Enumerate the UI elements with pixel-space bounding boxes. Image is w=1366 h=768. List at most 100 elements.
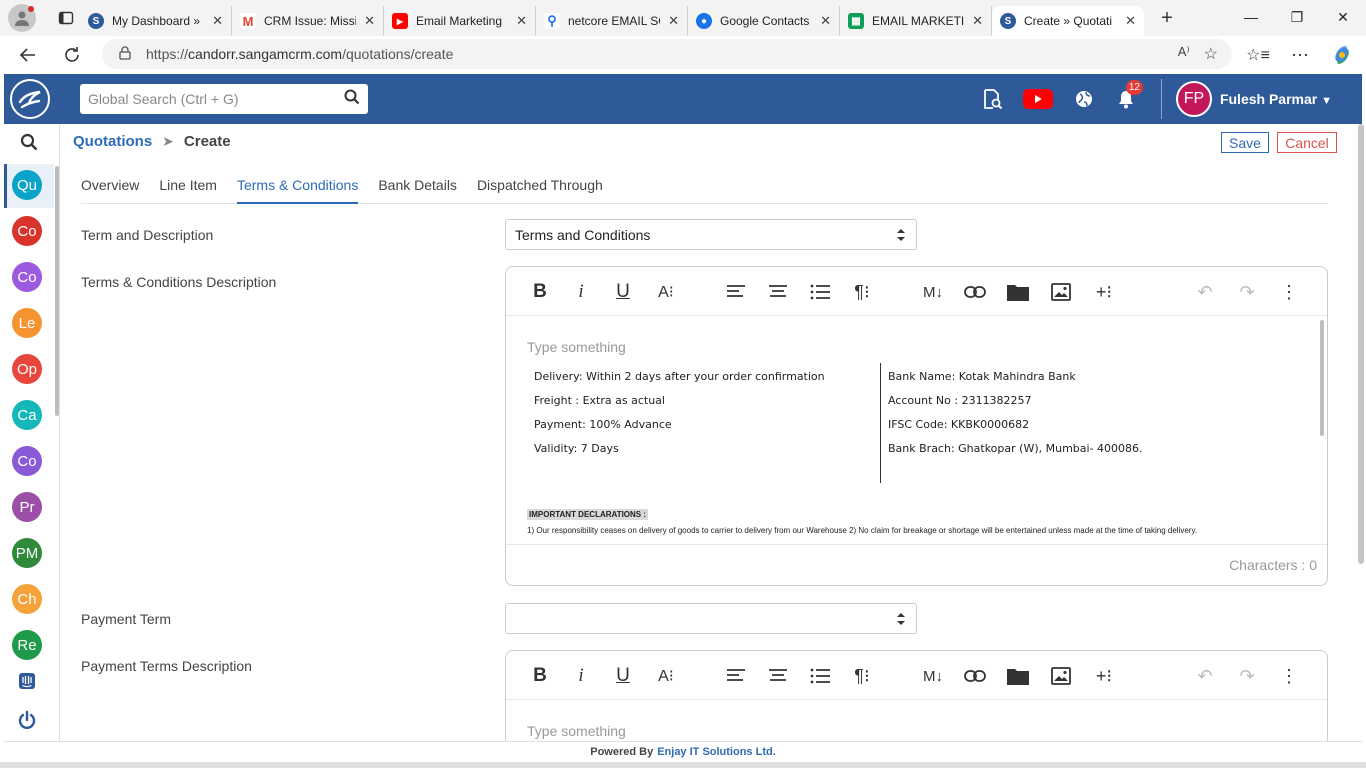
italic-icon[interactable]: i — [568, 279, 594, 305]
favorite-star-icon[interactable]: ☆ — [1204, 44, 1218, 64]
intercom-icon[interactable] — [12, 666, 42, 696]
user-menu[interactable]: Fulesh Parmar ▼ — [1220, 91, 1332, 107]
tab-dispatched-through[interactable]: Dispatched Through — [477, 168, 603, 204]
markdown-icon[interactable]: M↓ — [920, 279, 946, 305]
sidebar-item-contacts[interactable]: Co — [12, 216, 42, 246]
tab-actions-icon[interactable] — [52, 4, 80, 32]
link-icon[interactable] — [962, 663, 988, 689]
bold-icon[interactable]: B — [527, 663, 553, 689]
link-icon[interactable] — [962, 279, 988, 305]
page-scrollbar[interactable] — [1358, 124, 1364, 564]
close-tab-icon[interactable]: ✕ — [212, 13, 223, 29]
redo-icon[interactable]: ↷ — [1234, 279, 1260, 305]
sidebar-item-ch[interactable]: Ch — [12, 584, 42, 614]
align-center-icon[interactable] — [765, 663, 791, 689]
sidebar-item-products[interactable]: Pr — [12, 492, 42, 522]
close-tab-icon[interactable]: ✕ — [668, 13, 679, 29]
more-options-icon[interactable]: ⋮ — [1276, 663, 1302, 689]
undo-icon[interactable]: ↶ — [1192, 279, 1218, 305]
redo-icon[interactable]: ↷ — [1234, 663, 1260, 689]
back-icon[interactable] — [12, 39, 44, 71]
browser-tab[interactable]: M CRM Issue: Missi ✕ — [232, 6, 384, 36]
save-button[interactable]: Save — [1221, 132, 1269, 153]
folder-icon[interactable] — [1005, 663, 1031, 689]
editor-content[interactable]: Type something Delivery: Within 2 days a… — [506, 316, 1327, 544]
globe-icon[interactable] — [1063, 74, 1105, 124]
browser-profile-icon[interactable] — [8, 4, 36, 32]
close-tab-icon[interactable]: ✕ — [820, 13, 831, 29]
underline-icon[interactable]: U — [610, 663, 636, 689]
cancel-button[interactable]: Cancel — [1277, 132, 1337, 153]
browser-tab[interactable]: ⚲ netcore EMAIL SC ✕ — [536, 6, 688, 36]
sangam-logo-icon[interactable] — [10, 79, 50, 119]
browser-tab[interactable]: ▶ Email Marketing ✕ — [384, 6, 536, 36]
copilot-icon[interactable] — [1326, 39, 1358, 71]
paragraph-icon[interactable]: ¶⁝ — [849, 279, 875, 305]
sidebar-scrollbar[interactable] — [55, 166, 59, 416]
document-search-icon[interactable] — [971, 74, 1013, 124]
paragraph-icon[interactable]: ¶⁝ — [849, 663, 875, 689]
editor-scrollbar[interactable] — [1320, 320, 1324, 436]
sidebar-item-pm[interactable]: PM — [12, 538, 42, 568]
sidebar-item-opportunities[interactable]: Op — [12, 354, 42, 384]
browser-tab[interactable]: ● Google Contacts ✕ — [688, 6, 840, 36]
close-window-icon[interactable]: ✕ — [1320, 0, 1366, 34]
term-description-select[interactable]: Terms and Conditions — [505, 219, 917, 250]
sidebar-search-icon[interactable] — [4, 126, 54, 158]
read-aloud-icon[interactable]: A⁾ — [1178, 44, 1190, 64]
insert-more-icon[interactable]: +⁝ — [1091, 279, 1117, 305]
underline-icon[interactable]: U — [610, 279, 636, 305]
sidebar-item-companies[interactable]: Co — [12, 262, 42, 292]
align-left-icon[interactable] — [723, 663, 749, 689]
close-tab-icon[interactable]: ✕ — [516, 13, 527, 29]
align-center-icon[interactable] — [765, 279, 791, 305]
insert-more-icon[interactable]: +⁝ — [1091, 663, 1117, 689]
tab-bank-details[interactable]: Bank Details — [378, 168, 457, 204]
sidebar-item-co[interactable]: Co — [12, 446, 42, 476]
undo-icon[interactable]: ↶ — [1192, 663, 1218, 689]
lock-icon[interactable] — [118, 45, 132, 63]
close-tab-icon[interactable]: ✕ — [972, 13, 983, 29]
global-search-input[interactable] — [88, 91, 344, 107]
more-options-icon[interactable]: ⋮ — [1276, 279, 1302, 305]
browser-tab[interactable]: ▦ EMAIL MARKETIN ✕ — [840, 6, 992, 36]
search-icon[interactable] — [344, 89, 360, 110]
ordered-list-icon[interactable] — [807, 663, 833, 689]
youtube-icon[interactable] — [1013, 74, 1063, 124]
close-tab-icon[interactable]: ✕ — [1125, 13, 1136, 29]
more-menu-icon[interactable]: ⋯ — [1284, 39, 1316, 71]
font-size-icon[interactable]: A⁝ — [653, 279, 679, 305]
favorites-icon[interactable]: ☆≡ — [1242, 39, 1274, 71]
image-icon[interactable] — [1048, 279, 1074, 305]
user-avatar[interactable]: FP — [1175, 81, 1212, 117]
folder-icon[interactable] — [1005, 279, 1031, 305]
ordered-list-icon[interactable] — [807, 279, 833, 305]
italic-icon[interactable]: i — [568, 663, 594, 689]
breadcrumb-quotations-link[interactable]: Quotations — [73, 133, 152, 150]
bold-icon[interactable]: B — [527, 279, 553, 305]
global-search-box[interactable] — [80, 84, 368, 114]
markdown-icon[interactable]: M↓ — [920, 663, 946, 689]
logout-power-icon[interactable] — [12, 705, 42, 735]
sidebar-item-cases[interactable]: Ca — [12, 400, 42, 430]
sidebar-item-reports[interactable]: Re — [12, 630, 42, 660]
restore-icon[interactable]: ❐ — [1274, 0, 1320, 34]
footer-company-link[interactable]: Enjay IT Solutions Ltd. — [657, 746, 776, 758]
align-left-icon[interactable] — [723, 279, 749, 305]
tab-terms-conditions[interactable]: Terms & Conditions — [236, 168, 359, 204]
font-size-icon[interactable]: A⁝ — [653, 663, 679, 689]
minimize-icon[interactable]: — — [1228, 0, 1274, 34]
close-tab-icon[interactable]: ✕ — [364, 13, 375, 29]
new-tab-icon[interactable]: + — [1152, 3, 1182, 33]
payment-term-select[interactable] — [505, 603, 917, 634]
browser-tab-active[interactable]: S Create » Quotati ✕ — [992, 6, 1144, 36]
tab-line-item[interactable]: Line Item — [159, 168, 217, 204]
tab-overview[interactable]: Overview — [81, 168, 139, 204]
refresh-icon[interactable] — [56, 39, 88, 71]
image-icon[interactable] — [1048, 663, 1074, 689]
notification-bell-icon[interactable]: 12 — [1105, 74, 1147, 124]
url-field[interactable]: https://candorr.sangamcrm.com/quotations… — [102, 39, 1232, 69]
sidebar-item-leads[interactable]: Le — [12, 308, 42, 338]
sidebar-item-quotations[interactable]: Qu — [12, 170, 42, 200]
browser-tab[interactable]: S My Dashboard » ✕ — [80, 6, 232, 36]
